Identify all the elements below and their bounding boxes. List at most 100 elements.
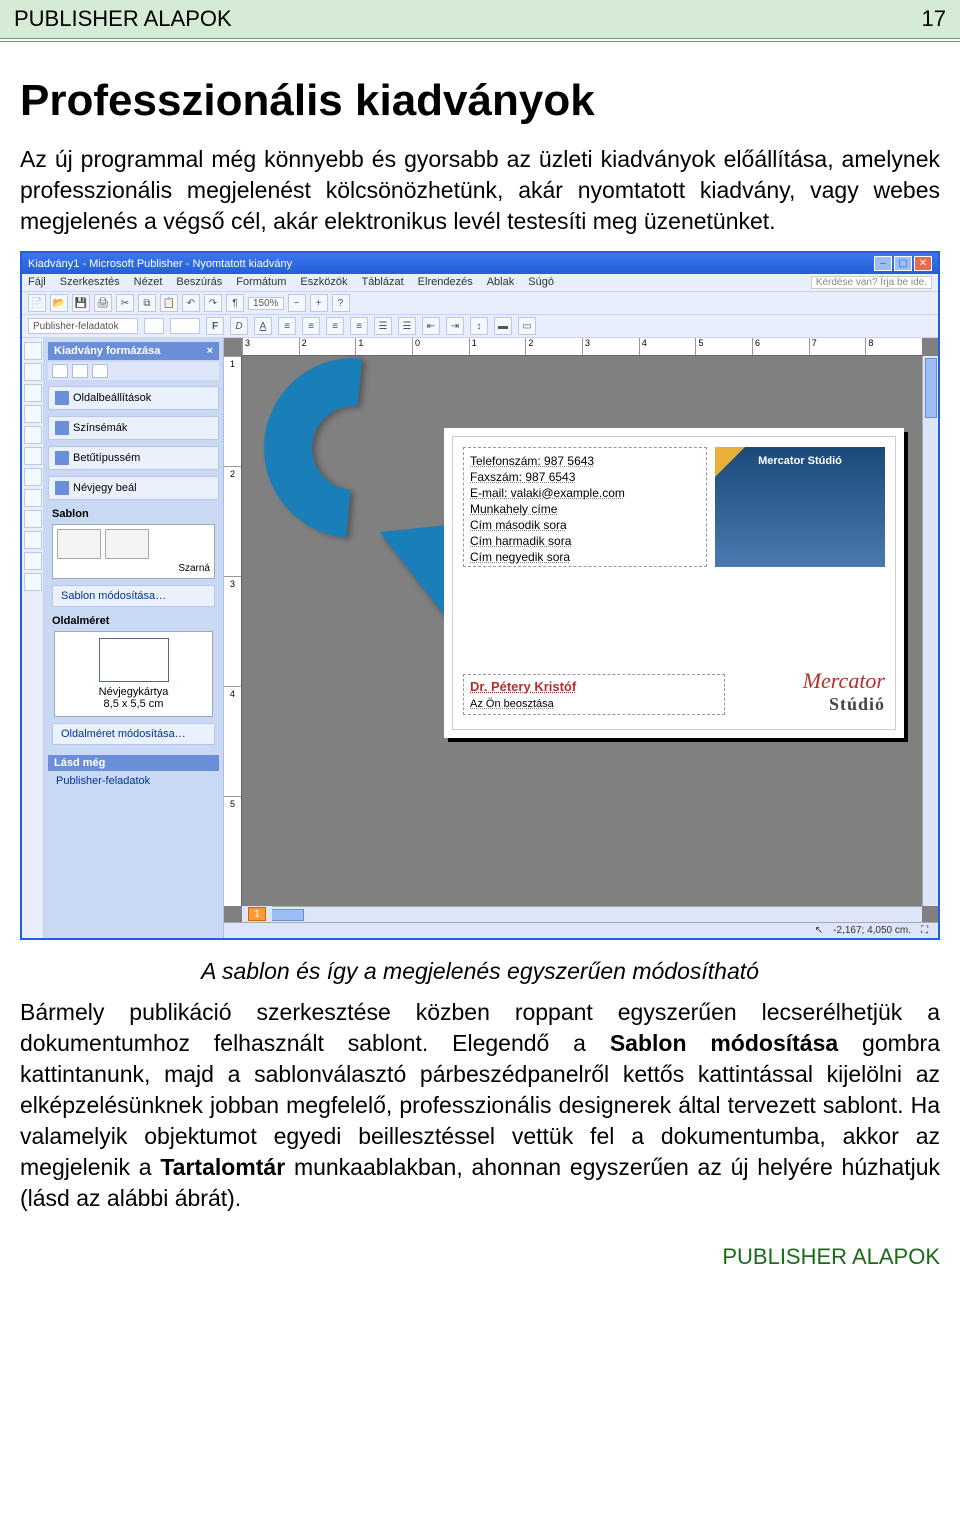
align-left-icon[interactable]: ≡ (278, 317, 296, 335)
company-logo[interactable]: Mercator Stúdió (725, 668, 885, 715)
numbering-icon[interactable]: ☰ (398, 317, 416, 335)
menu-table[interactable]: Táblázat (361, 276, 403, 289)
align-justify-icon[interactable]: ≡ (350, 317, 368, 335)
shapes-tool-icon[interactable] (24, 531, 42, 549)
item-tool-icon[interactable] (24, 573, 42, 591)
print-icon[interactable]: 🖨 (94, 294, 112, 312)
bold-icon[interactable]: F (206, 317, 224, 335)
taskpane-close-icon[interactable]: × (207, 345, 213, 357)
line-tool-icon[interactable] (24, 447, 42, 465)
taskpane-forward-icon[interactable] (72, 364, 88, 378)
minimize-button[interactable]: ‒ (874, 256, 892, 271)
paste-icon[interactable]: 📋 (160, 294, 178, 312)
publisher-window: Kiadvány1 - Microsoft Publisher - Nyomta… (20, 251, 940, 940)
menu-tools[interactable]: Eszközök (300, 276, 347, 289)
zoom-value[interactable]: 150% (248, 297, 284, 310)
window-title: Kiadvány1 - Microsoft Publisher - Nyomta… (28, 258, 292, 270)
taskpane-item-font-schemes[interactable]: Betűtípussém (48, 446, 219, 470)
menu-insert[interactable]: Beszúrás (176, 276, 222, 289)
italic-icon[interactable]: D (230, 317, 248, 335)
taskpane-item-label: Oldalbeállítások (73, 392, 151, 404)
line-spacing-icon[interactable]: ↕ (470, 317, 488, 335)
zoom-out-icon[interactable]: − (288, 294, 306, 312)
card-addr4: Cím negyedik sora (470, 550, 700, 564)
undo-icon[interactable]: ↶ (182, 294, 200, 312)
oval-tool-icon[interactable] (24, 489, 42, 507)
align-right-icon[interactable]: ≡ (326, 317, 344, 335)
align-center-icon[interactable]: ≡ (302, 317, 320, 335)
wordart-tool-icon[interactable] (24, 405, 42, 423)
size-selector[interactable] (170, 318, 200, 334)
line-color-icon[interactable]: ▭ (518, 317, 536, 335)
save-icon[interactable]: 💾 (72, 294, 90, 312)
close-button[interactable]: ✕ (914, 256, 932, 271)
fill-color-icon[interactable]: ▬ (494, 317, 512, 335)
indent-inc-icon[interactable]: ⇥ (446, 317, 464, 335)
redo-icon[interactable]: ↷ (204, 294, 222, 312)
maximize-button[interactable]: ▢ (894, 256, 912, 271)
cut-icon[interactable]: ✂ (116, 294, 134, 312)
contact-text-frame[interactable]: Telefonszám: 987 5643 Faxszám: 987 6543 … (463, 447, 707, 567)
open-icon[interactable]: 📂 (50, 294, 68, 312)
taskpane-item-card-options[interactable]: Névjegy beál (48, 476, 219, 500)
indent-dec-icon[interactable]: ⇤ (422, 317, 440, 335)
help-icon[interactable]: ? (332, 294, 350, 312)
company-chip[interactable]: Mercator Stúdió (715, 447, 885, 567)
ruler-tick: 1 (469, 338, 526, 355)
menu-edit[interactable]: Szerkesztés (60, 276, 120, 289)
name-text-frame[interactable]: Dr. Pétery Kristóf Az Ön beosztása (463, 674, 725, 715)
underline-icon[interactable]: A (254, 317, 272, 335)
menu-file[interactable]: Fájl (28, 276, 46, 289)
taskpane-item-label: Színsémák (73, 422, 127, 434)
bookmark-tool-icon[interactable] (24, 552, 42, 570)
taskpane-see-also-link[interactable]: Publisher-feladatok (48, 771, 219, 791)
figure-caption: A sablon és így a megjelenés egyszerűen … (20, 958, 940, 985)
table-tool-icon[interactable] (24, 384, 42, 402)
template-thumb[interactable] (57, 529, 101, 559)
ruler-tick: 5 (695, 338, 752, 355)
taskpane-item-color-schemes[interactable]: Színsémák (48, 416, 219, 440)
zoom-in-icon[interactable]: + (310, 294, 328, 312)
help-search-box[interactable]: Kérdése van? Írja be ide. (811, 276, 932, 289)
textbox-tool-icon[interactable] (24, 363, 42, 381)
cursor-pointer-icon: ↖ (815, 925, 823, 936)
menu-view[interactable]: Nézet (134, 276, 163, 289)
change-template-link[interactable]: Sablon módosítása… (52, 585, 215, 607)
publication-page[interactable]: Telefonszám: 987 5643 Faxszám: 987 6543 … (444, 428, 904, 738)
scrollbar-vertical[interactable] (922, 356, 938, 906)
menu-window[interactable]: Ablak (487, 276, 515, 289)
change-page-size-link[interactable]: Oldalméret módosítása… (52, 723, 215, 745)
copy-icon[interactable]: ⧉ (138, 294, 156, 312)
pointer-tool-icon[interactable] (24, 342, 42, 360)
taskpane-back-icon[interactable] (52, 364, 68, 378)
ruler-tick: 3 (242, 338, 299, 355)
taskpane-home-icon[interactable] (92, 364, 108, 378)
card-name: Dr. Pétery Kristóf (470, 679, 576, 694)
ruler-tick: 4 (639, 338, 696, 355)
menu-help[interactable]: Súgó (528, 276, 554, 289)
ruler-tick: 4 (224, 686, 241, 796)
scrollbar-horizontal[interactable] (242, 906, 922, 922)
template-thumb[interactable] (105, 529, 149, 559)
menu-arrange[interactable]: Elrendezés (418, 276, 473, 289)
picture-tool-icon[interactable] (24, 426, 42, 444)
standard-toolbar: 📄 📂 💾 🖨 ✂ ⧉ 📋 ↶ ↷ ¶ 150% − + ? (22, 291, 938, 315)
page-nav-current[interactable]: 1 (248, 907, 266, 921)
card-addr2: Cím második sora (470, 518, 700, 532)
window-titlebar: Kiadvány1 - Microsoft Publisher - Nyomta… (22, 253, 938, 274)
logo-line2: Stúdió (725, 694, 885, 715)
company-chip-text: Mercator Stúdió (758, 455, 842, 467)
page-header: PUBLISHER ALAPOK 17 (0, 0, 960, 38)
arrow-tool-icon[interactable] (24, 468, 42, 486)
bullets-icon[interactable]: ☰ (374, 317, 392, 335)
taskpane-item-page-setup[interactable]: Oldalbeállítások (48, 386, 219, 410)
rect-tool-icon[interactable] (24, 510, 42, 528)
font-selector[interactable] (144, 318, 164, 334)
menu-format[interactable]: Formátum (236, 276, 286, 289)
taskpane-item-label: Névjegy beál (73, 482, 137, 494)
taskpane-selector[interactable]: Publisher-feladatok (28, 318, 138, 334)
pilcrow-icon[interactable]: ¶ (226, 294, 244, 312)
new-icon[interactable]: 📄 (28, 294, 46, 312)
card-role: Az Ön beosztása (470, 698, 718, 710)
page-size-card[interactable]: Névjegykártya 8,5 x 5,5 cm (54, 631, 213, 717)
